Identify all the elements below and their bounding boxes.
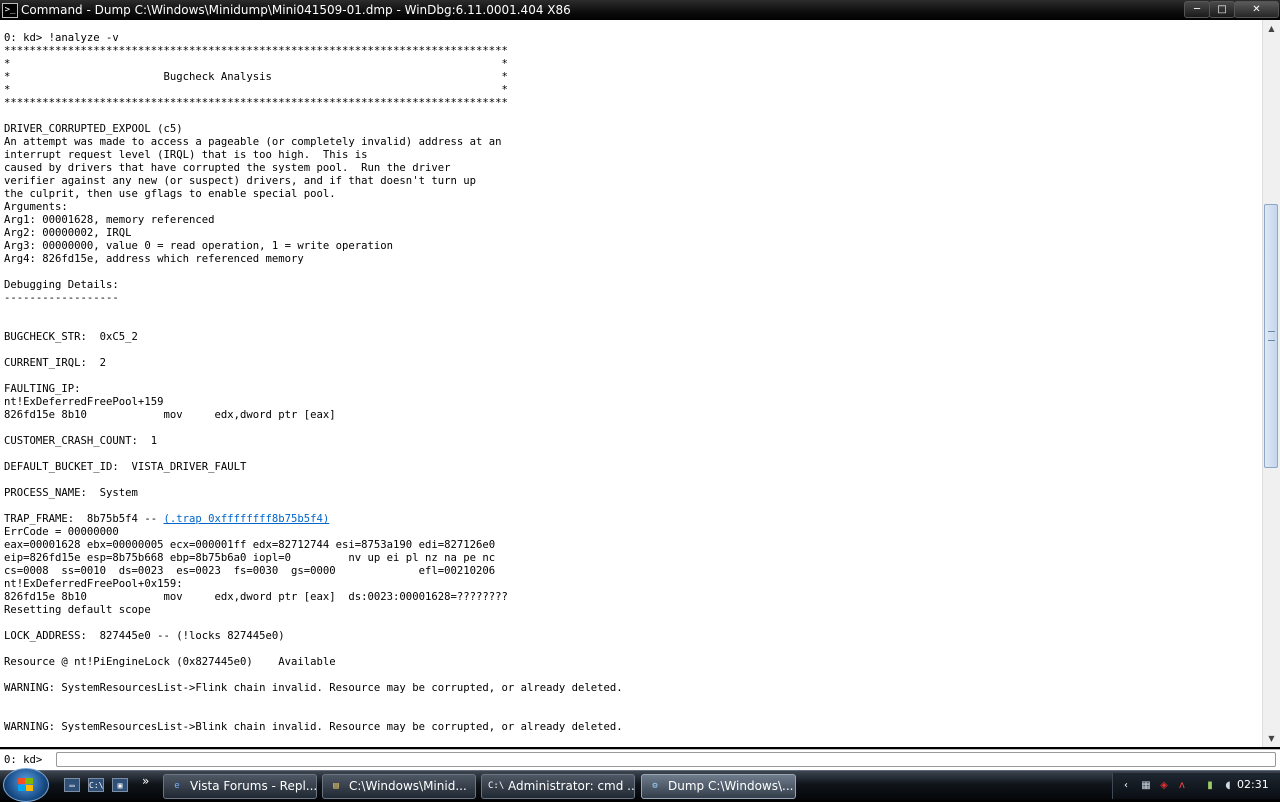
windbg-icon: ⚙ — [652, 781, 658, 791]
task-label: Administrator: cmd ... — [508, 779, 635, 793]
maximize-button[interactable]: □ — [1209, 1, 1235, 18]
scrollbar-thumb[interactable] — [1264, 204, 1278, 468]
command-prompt: 0: kd> — [4, 754, 43, 766]
task-label: C:\Windows\Minid... — [349, 779, 467, 793]
device-icon[interactable]: ▮ — [1203, 779, 1217, 793]
debugger-output: 0: kd> !analyze -v *********************… — [0, 20, 1262, 734]
taskbar: ▭ C:\ ▣ » e Vista Forums - Repl... ▤ C:\… — [0, 768, 1280, 802]
scroll-up-button[interactable]: ▲ — [1263, 20, 1280, 37]
volume-icon[interactable]: ◖ — [1221, 779, 1235, 793]
minimize-button[interactable]: ─ — [1184, 1, 1210, 18]
taskbar-item-cmd[interactable]: C:\ Administrator: cmd ... — [481, 774, 635, 799]
show-desktop-icon[interactable]: ▭ — [64, 778, 80, 792]
folder-icon: ▤ — [333, 781, 339, 791]
windows-logo-icon — [18, 778, 34, 792]
start-button[interactable] — [3, 768, 49, 802]
cmd-quicklaunch-icon[interactable]: C:\ — [88, 778, 104, 792]
window-title: Command - Dump C:\Windows\Minidump\Mini0… — [21, 3, 571, 17]
taskbar-item-vista-forums[interactable]: e Vista Forums - Repl... — [163, 774, 317, 799]
app-icon: >_ — [2, 3, 18, 18]
quicklaunch-more-icon[interactable]: » — [142, 774, 149, 788]
ie-icon: e — [174, 781, 180, 791]
output-text-before: 0: kd> !analyze -v *********************… — [4, 32, 508, 525]
task-label: Vista Forums - Repl... — [190, 779, 317, 793]
task-label: Dump C:\Windows\... — [668, 779, 794, 793]
trap-frame-link[interactable]: (.trap 0xffffffff8b75b5f4) — [163, 513, 329, 525]
taskbar-item-windbg[interactable]: ⚙ Dump C:\Windows\... — [641, 774, 796, 799]
tray-expand-icon[interactable]: ‹ — [1119, 779, 1133, 793]
grip-icon — [1268, 331, 1275, 341]
taskbar-item-explorer[interactable]: ▤ C:\Windows\Minid... — [322, 774, 476, 799]
antivirus-icon[interactable]: ◈ — [1157, 779, 1171, 793]
command-bar: 0: kd> — [0, 749, 1280, 770]
command-input[interactable] — [56, 752, 1276, 767]
switch-windows-icon[interactable]: ▣ — [112, 778, 128, 792]
scroll-down-button[interactable]: ▼ — [1263, 730, 1280, 747]
vertical-scrollbar[interactable]: ▲ ▼ — [1262, 20, 1280, 747]
cmd-icon: C:\ — [488, 781, 505, 791]
clock[interactable]: 02:31 — [1237, 778, 1269, 791]
network-icon[interactable]: ▦ — [1139, 779, 1153, 793]
output-text-after: ErrCode = 00000000 eax=00001628 ebx=0000… — [4, 526, 623, 733]
pdf-reader-icon[interactable]: ᴧ — [1175, 779, 1189, 793]
close-button[interactable]: ✕ — [1234, 1, 1279, 18]
command-output-pane[interactable]: 0: kd> !analyze -v *********************… — [0, 20, 1262, 747]
title-bar: >_ Command - Dump C:\Windows\Minidump\Mi… — [0, 0, 1280, 20]
